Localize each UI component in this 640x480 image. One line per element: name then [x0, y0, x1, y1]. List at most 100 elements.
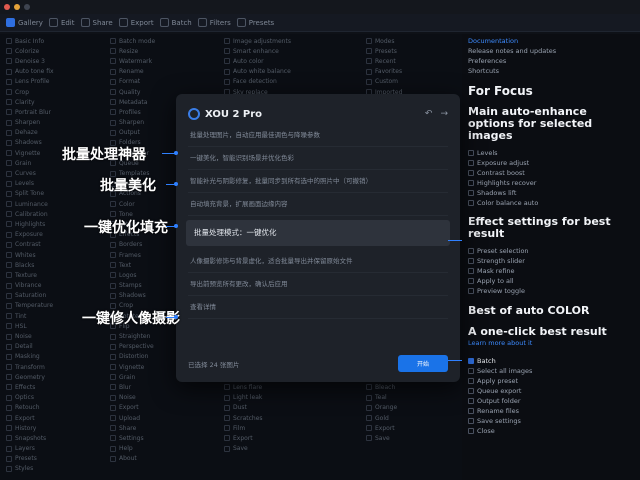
right-batch-item-label: Save settings: [477, 417, 521, 425]
right-top-item[interactable]: Release notes and updates: [468, 46, 634, 56]
right-top-item[interactable]: Documentation: [468, 36, 634, 46]
toolbar-filters-button[interactable]: Filters: [197, 18, 231, 27]
toolbar-batch-button[interactable]: Batch: [159, 18, 192, 27]
right-option-item-label: Shadows lift: [477, 189, 517, 197]
right-effect-item[interactable]: Apply to all: [468, 276, 634, 286]
right-batch-item[interactable]: Output folder: [468, 396, 634, 406]
dialog-option[interactable]: 智能补光与阴影修复，批量同步到所有选中的照片中（可撤销）: [188, 170, 448, 193]
toolbar-label: Share: [92, 18, 113, 27]
maximize-window-button[interactable]: [24, 4, 30, 10]
callout-connector-dot: [174, 151, 178, 155]
checkbox-icon[interactable]: [468, 150, 474, 156]
arrow-right-icon[interactable]: →: [440, 109, 448, 119]
right-option-item[interactable]: Levels: [468, 148, 634, 158]
checkbox-icon[interactable]: [468, 258, 474, 264]
dialog-option-label: 批量处理模式：一键优化: [194, 228, 277, 237]
checkbox-icon[interactable]: [468, 278, 474, 284]
toolbar-share-button[interactable]: Share: [80, 18, 113, 27]
toolbar-label: Presets: [248, 18, 275, 27]
right-effect-item[interactable]: Preview toggle: [468, 286, 634, 296]
right-effect-item[interactable]: Strength slider: [468, 256, 634, 266]
right-option-item[interactable]: Exposure adjust: [468, 158, 634, 168]
export-icon: [118, 18, 128, 27]
dialog-option[interactable]: 批量处理图片，自动应用最佳调色与降噪参数: [188, 124, 448, 147]
dialog-option[interactable]: 人像摄影修饰与背景虚化，适合批量导出并保留原始文件: [188, 250, 448, 273]
edit-icon: [48, 18, 58, 27]
checkbox-icon[interactable]: [468, 200, 474, 206]
checkbox-icon[interactable]: [468, 368, 474, 374]
right-option-item-label: Color balance auto: [477, 199, 539, 207]
batch-subheading: Batch: [468, 356, 634, 366]
toolbar-gallery-button[interactable]: Gallery: [6, 18, 43, 27]
callout-connector-dot: [174, 182, 178, 186]
minimize-window-button[interactable]: [14, 4, 20, 10]
title-bar: [0, 0, 640, 14]
right-batch-item-label: Select all images: [477, 367, 533, 375]
checkbox-icon[interactable]: [468, 248, 474, 254]
checkbox-icon[interactable]: [468, 408, 474, 414]
checkbox-icon[interactable]: [468, 190, 474, 196]
right-option-item-label: Contrast boost: [477, 169, 525, 177]
toolbar-label: Filters: [209, 18, 231, 27]
toolbar-export-button[interactable]: Export: [118, 18, 154, 27]
dialog-option[interactable]: 查看详情: [188, 296, 448, 319]
right-top-item-label: Documentation: [468, 37, 519, 45]
close-window-button[interactable]: [4, 4, 10, 10]
right-top-item[interactable]: Preferences: [468, 56, 634, 66]
callout-one-click-fill: 一键优化填充: [84, 220, 168, 236]
checkbox-icon[interactable]: [468, 418, 474, 424]
right-option-item-label: Highlights recover: [477, 179, 537, 187]
gallery-icon: [6, 18, 15, 27]
dialog-option[interactable]: 自动填充背景，扩展画面边缘内容: [188, 193, 448, 216]
callout-connector-dot: [174, 224, 178, 228]
right-batch-item[interactable]: Save settings: [468, 416, 634, 426]
right-top-item-label: Release notes and updates: [468, 47, 557, 55]
batch-label: Batch: [477, 357, 496, 365]
selection-count: 已选择 24 张图片: [188, 360, 240, 369]
checkbox-icon[interactable]: [468, 170, 474, 176]
checkbox-icon[interactable]: [468, 160, 474, 166]
learn-more-link[interactable]: Learn more about it: [468, 338, 634, 348]
dialog-option-label: 自动填充背景，扩展画面边缘内容: [190, 200, 288, 208]
dialog-option[interactable]: 导出前预览所有更改，确认后应用: [188, 273, 448, 296]
dialog-option-label: 一键美化，智能识别场景并优化色彩: [190, 154, 294, 162]
right-option-item[interactable]: Color balance auto: [468, 198, 634, 208]
right-info-panel: Documentation Release notes and updates Pr…: [462, 34, 640, 480]
checkbox-icon[interactable]: [468, 398, 474, 404]
checkbox-icon[interactable]: [468, 388, 474, 394]
checkbox-icon[interactable]: [468, 378, 474, 384]
right-effect-item[interactable]: Preset selection: [468, 246, 634, 256]
right-effect-item-label: Preset selection: [477, 247, 529, 255]
dialog-option[interactable]: 一键美化，智能识别场景并优化色彩: [188, 147, 448, 170]
right-batch-item[interactable]: Select all images: [468, 366, 634, 376]
right-batch-item[interactable]: Queue export: [468, 386, 634, 396]
right-option-item[interactable]: Highlights recover: [468, 178, 634, 188]
right-option-item-label: Levels: [477, 149, 498, 157]
dialog-option-selected[interactable]: 批量处理模式：一键优化: [186, 220, 450, 246]
toolbar-presets-button[interactable]: Presets: [236, 18, 275, 27]
dialog-option-label: 人像摄影修饰与背景虚化，适合批量导出并保留原始文件: [190, 257, 353, 265]
right-batch-item-label: Apply preset: [477, 377, 519, 385]
checkbox-icon[interactable]: [468, 428, 474, 434]
callout-batch-tool: 批量处理神器: [62, 147, 146, 163]
checkbox-icon[interactable]: [468, 288, 474, 294]
right-batch-item[interactable]: Close: [468, 426, 634, 436]
undo-icon[interactable]: ↶: [425, 109, 433, 119]
callout-connector: [448, 240, 462, 241]
start-button[interactable]: 开始: [398, 355, 448, 372]
right-batch-item[interactable]: Rename files: [468, 406, 634, 416]
right-batch-item[interactable]: Apply preset: [468, 376, 634, 386]
right-option-item[interactable]: Shadows lift: [468, 188, 634, 198]
right-effect-item-label: Mask refine: [477, 267, 515, 275]
checkbox-icon[interactable]: [468, 180, 474, 186]
right-effect-item[interactable]: Mask refine: [468, 266, 634, 276]
checkbox-icon[interactable]: [468, 268, 474, 274]
right-effect-item-label: Preview toggle: [477, 287, 525, 295]
app-logo-icon: [188, 108, 200, 120]
right-top-item[interactable]: Shortcuts: [468, 66, 634, 76]
batch-icon: [159, 18, 169, 27]
right-batch-item-label: Rename files: [477, 407, 520, 415]
right-top-item-label: Preferences: [468, 57, 507, 65]
toolbar-edit-button[interactable]: Edit: [48, 18, 75, 27]
right-option-item[interactable]: Contrast boost: [468, 168, 634, 178]
